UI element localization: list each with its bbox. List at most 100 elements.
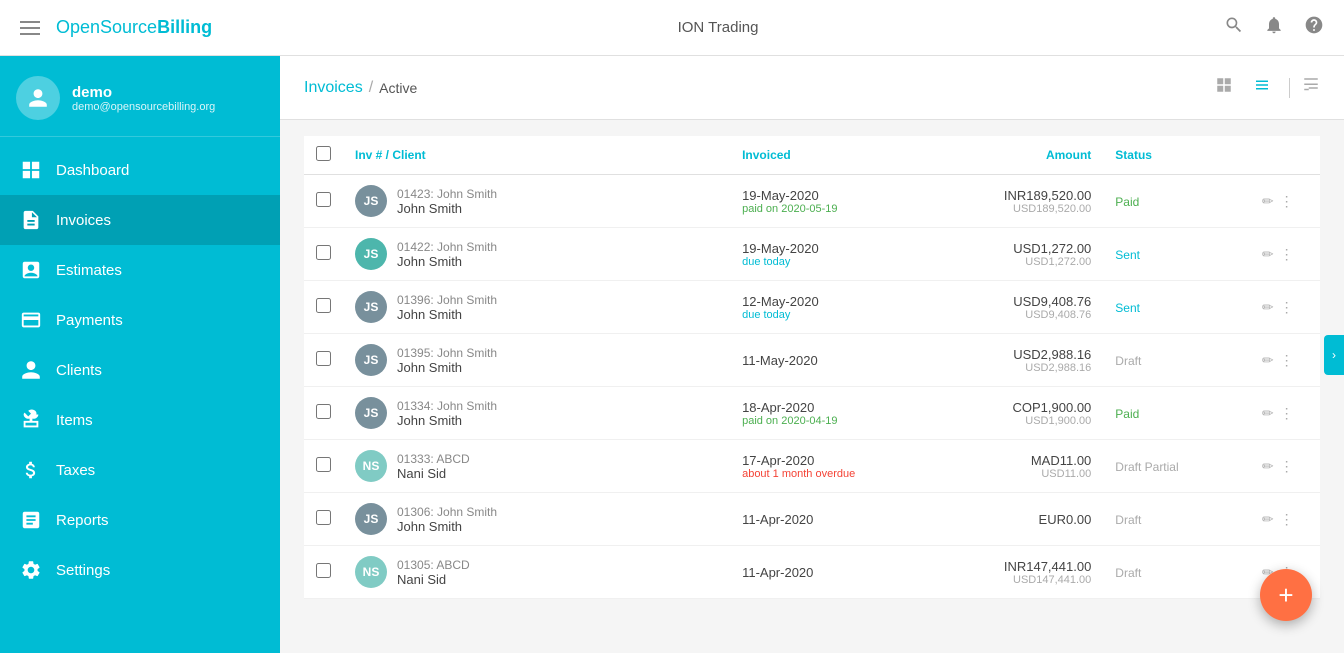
row-client-cell: NS 01333: ABCD Nani Sid	[343, 440, 730, 493]
sidebar-item-estimates[interactable]: Estimates	[0, 245, 280, 295]
row-checkbox[interactable]	[316, 245, 331, 260]
row-avatar: JS	[355, 397, 387, 429]
row-amount-cell: EUR0.00	[925, 493, 1103, 546]
row-date-cell: 19-May-2020 paid on 2020-05-19	[730, 175, 925, 228]
more-icon[interactable]: ⋮	[1280, 299, 1294, 316]
row-checkbox-cell	[304, 228, 343, 281]
client-name: John Smith	[397, 201, 497, 216]
grid-view-button[interactable]	[1209, 72, 1239, 103]
sidebar-item-items[interactable]: Items	[0, 395, 280, 445]
sidebar-item-clients[interactable]: Clients	[0, 345, 280, 395]
row-checkbox[interactable]	[316, 192, 331, 207]
row-actions-cell: ✏ ⋮	[1250, 440, 1320, 493]
date-main: 11-May-2020	[742, 353, 913, 368]
more-icon[interactable]: ⋮	[1280, 193, 1294, 210]
status-badge: Draft	[1115, 354, 1141, 368]
list-view-button[interactable]	[1247, 72, 1277, 103]
help-icon[interactable]	[1304, 15, 1324, 40]
row-amount-cell: USD2,988.16 USD2,988.16	[925, 334, 1103, 387]
row-checkbox[interactable]	[316, 563, 331, 578]
row-date-cell: 18-Apr-2020 paid on 2020-04-19	[730, 387, 925, 440]
search-icon[interactable]	[1224, 15, 1244, 40]
row-date-cell: 19-May-2020 due today	[730, 228, 925, 281]
client-name: Nani Sid	[397, 466, 470, 481]
row-client-cell: JS 01334: John Smith John Smith	[343, 387, 730, 440]
edit-icon[interactable]: ✏	[1262, 246, 1274, 263]
view-controls	[1209, 72, 1320, 103]
collapse-tab[interactable]: ›	[1324, 335, 1344, 375]
more-icon[interactable]: ⋮	[1280, 458, 1294, 475]
edit-icon[interactable]: ✏	[1262, 511, 1274, 528]
date-main: 11-Apr-2020	[742, 512, 913, 527]
date-main: 12-May-2020	[742, 294, 913, 309]
row-date-cell: 11-Apr-2020	[730, 493, 925, 546]
table-row: JS 01334: John Smith John Smith 18-Apr-2…	[304, 387, 1320, 440]
sidebar-item-reports[interactable]: Reports	[0, 495, 280, 545]
sidebar-item-invoices[interactable]: Invoices	[0, 195, 280, 245]
action-icons: ✏ ⋮	[1262, 511, 1308, 528]
edit-icon[interactable]: ✏	[1262, 352, 1274, 369]
row-amount-cell: USD9,408.76 USD9,408.76	[925, 281, 1103, 334]
amount-main: USD1,272.00	[937, 241, 1091, 256]
sidebar: demo demo@opensourcebilling.org Dashboar…	[0, 56, 280, 653]
row-avatar: JS	[355, 503, 387, 535]
filter-button[interactable]	[1302, 76, 1320, 99]
row-amount-cell: INR147,441.00 USD147,441.00	[925, 546, 1103, 599]
sidebar-nav: Dashboard Invoices Estimates Payments Cl…	[0, 137, 280, 653]
amount-main: MAD11.00	[937, 453, 1091, 468]
status-badge: Sent	[1115, 248, 1140, 262]
table-row: JS 01423: John Smith John Smith 19-May-2…	[304, 175, 1320, 228]
invoice-number: 01422: John Smith	[397, 240, 497, 254]
col-invoiced: Invoiced	[730, 136, 925, 175]
client-name: John Smith	[397, 360, 497, 375]
status-badge: Draft	[1115, 513, 1141, 527]
date-main: 11-Apr-2020	[742, 565, 913, 580]
more-icon[interactable]: ⋮	[1280, 405, 1294, 422]
amount-main: EUR0.00	[937, 512, 1091, 527]
client-name: John Smith	[397, 413, 497, 428]
company-name: ION Trading	[678, 19, 759, 36]
row-status-cell: Paid	[1103, 175, 1250, 228]
invoice-number: 01334: John Smith	[397, 399, 497, 413]
row-checkbox-cell	[304, 440, 343, 493]
row-checkbox[interactable]	[316, 457, 331, 472]
edit-icon[interactable]: ✏	[1262, 458, 1274, 475]
fab-button[interactable]: +	[1260, 569, 1312, 621]
client-info: 01334: John Smith John Smith	[397, 399, 497, 428]
invoice-number: 01306: John Smith	[397, 505, 497, 519]
row-status-cell: Draft	[1103, 334, 1250, 387]
status-badge: Draft Partial	[1115, 460, 1178, 474]
edit-icon[interactable]: ✏	[1262, 299, 1274, 316]
amount-main: INR189,520.00	[937, 188, 1091, 203]
row-client-cell: NS 01305: ABCD Nani Sid	[343, 546, 730, 599]
row-checkbox[interactable]	[316, 298, 331, 313]
edit-icon[interactable]: ✏	[1262, 193, 1274, 210]
col-inv-client: Inv # / Client	[343, 136, 730, 175]
row-checkbox[interactable]	[316, 404, 331, 419]
sidebar-item-taxes[interactable]: Taxes	[0, 445, 280, 495]
more-icon[interactable]: ⋮	[1280, 246, 1294, 263]
row-checkbox-cell	[304, 175, 343, 228]
breadcrumb: Invoices / Active	[304, 79, 417, 97]
avatar	[16, 76, 60, 120]
bell-icon[interactable]	[1264, 15, 1284, 40]
row-checkbox[interactable]	[316, 351, 331, 366]
sidebar-item-settings[interactable]: Settings	[0, 545, 280, 595]
more-icon[interactable]: ⋮	[1280, 352, 1294, 369]
row-client-cell: JS 01395: John Smith John Smith	[343, 334, 730, 387]
edit-icon[interactable]: ✏	[1262, 405, 1274, 422]
invoice-number: 01333: ABCD	[397, 452, 470, 466]
more-icon[interactable]: ⋮	[1280, 511, 1294, 528]
row-status-cell: Sent	[1103, 281, 1250, 334]
date-main: 19-May-2020	[742, 241, 913, 256]
client-info: 01333: ABCD Nani Sid	[397, 452, 470, 481]
profile-name: demo	[72, 84, 215, 101]
table-row: JS 01422: John Smith John Smith 19-May-2…	[304, 228, 1320, 281]
hamburger-icon[interactable]	[20, 21, 40, 35]
sidebar-item-payments[interactable]: Payments	[0, 295, 280, 345]
row-avatar: NS	[355, 450, 387, 482]
select-all-checkbox[interactable]	[316, 146, 331, 161]
row-checkbox[interactable]	[316, 510, 331, 525]
sidebar-item-dashboard[interactable]: Dashboard	[0, 145, 280, 195]
header-actions	[1224, 15, 1324, 40]
